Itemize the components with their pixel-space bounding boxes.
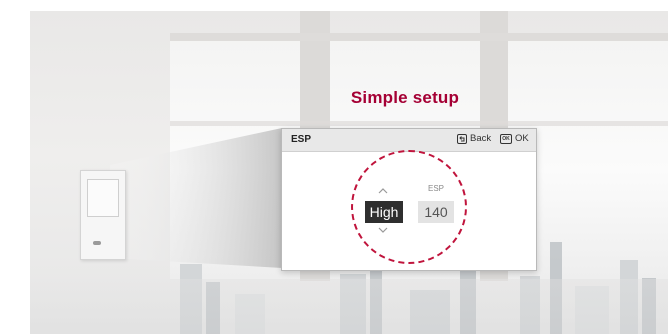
- back-label: Back: [470, 133, 492, 144]
- back-icon: [457, 133, 467, 144]
- ok-button[interactable]: OK OK: [500, 133, 529, 144]
- back-button[interactable]: Back: [457, 133, 491, 144]
- brand-logo: [93, 241, 101, 245]
- window-frame: [170, 33, 668, 41]
- ok-icon: OK: [500, 133, 512, 144]
- feature-title: Simple setup: [350, 88, 460, 107]
- wall-controller-device: [80, 170, 126, 260]
- controller-screen: [87, 179, 119, 217]
- highlight-circle: [351, 150, 467, 264]
- ok-label: OK: [515, 133, 529, 144]
- floor: [30, 279, 668, 334]
- panel-header: ESP Back OK OK: [282, 129, 536, 152]
- panel-title: ESP: [291, 134, 312, 145]
- window-frame: [170, 121, 668, 126]
